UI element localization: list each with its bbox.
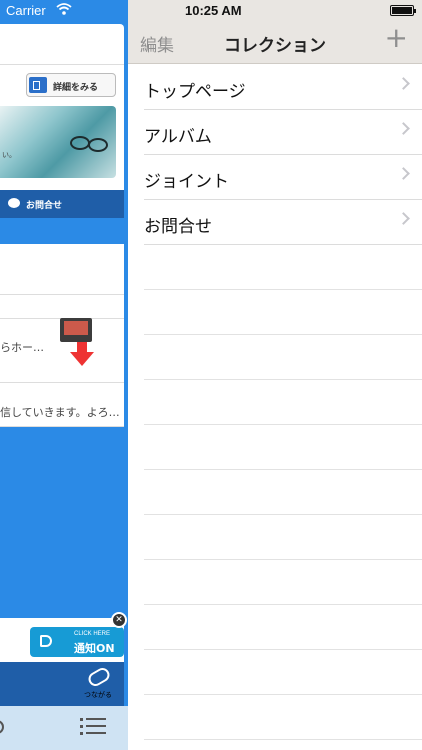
- empty-row-separator: [144, 739, 422, 740]
- divider: [144, 244, 422, 245]
- empty-row-separator: [144, 424, 422, 425]
- megaphone-icon: [40, 635, 52, 647]
- chevron-right-icon: [397, 212, 410, 225]
- battery-icon: [390, 5, 416, 16]
- list-item-label: お問合せ: [144, 217, 212, 237]
- app-preview-panel[interactable]: 詳細をみる い。 お問合せ らホー… 信していきます。よろ… CLICK HER…: [0, 0, 128, 750]
- contact-menu-item[interactable]: お問合せ: [0, 190, 124, 218]
- news-item[interactable]: らホー…: [0, 339, 44, 355]
- banner-image[interactable]: い。: [0, 106, 116, 178]
- computer-icon: [60, 318, 92, 342]
- empty-row-separator: [144, 379, 422, 380]
- empty-row-separator: [144, 649, 422, 650]
- divider: [0, 426, 124, 427]
- detail-button-label: 詳細をみる: [53, 83, 99, 93]
- footer-label: つながる: [84, 691, 112, 699]
- notify-subtitle: CLICK HERE: [74, 631, 111, 637]
- list-item[interactable]: お問合せ: [128, 200, 422, 245]
- divider: [0, 294, 124, 295]
- detail-icon: [29, 77, 47, 93]
- chat-bubble-icon: [8, 198, 20, 208]
- empty-row-separator: [144, 469, 422, 470]
- collection-panel: 編集 コレクション + トップページ アルバム ジョイント お問合せ: [128, 0, 422, 750]
- section-bar: [0, 218, 124, 244]
- add-button[interactable]: +: [385, 24, 408, 52]
- news-item[interactable]: 信していきます。よろ…: [0, 404, 124, 420]
- menu-list-icon[interactable]: [80, 715, 106, 737]
- empty-row-separator: [144, 514, 422, 515]
- wifi-icon: [56, 2, 72, 20]
- list-item[interactable]: アルバム: [128, 110, 422, 155]
- chevron-right-icon: [397, 77, 410, 90]
- down-arrow-icon: [70, 352, 94, 366]
- chevron-right-icon: [397, 167, 410, 180]
- chevron-right-icon: [397, 122, 410, 135]
- divider: [0, 64, 124, 65]
- page-title: コレクション: [224, 36, 326, 56]
- divider: [0, 382, 124, 383]
- carrier-label: Carrier: [6, 3, 46, 18]
- notification-on-button[interactable]: CLICK HERE 通知ON: [30, 627, 124, 657]
- down-arrow-icon: [77, 342, 87, 352]
- banner-caption: い。: [2, 151, 16, 159]
- empty-row-separator: [144, 694, 422, 695]
- contact-label: お問合せ: [26, 201, 63, 211]
- detail-button[interactable]: 詳細をみる: [26, 73, 116, 97]
- clock-time: 10:25 AM: [185, 3, 242, 18]
- list-item-label: ジョイント: [144, 172, 229, 192]
- list-item-label: トップページ: [144, 82, 246, 102]
- notify-label: 通知ON: [74, 642, 115, 655]
- empty-row-separator: [144, 289, 422, 290]
- glasses-graphic: [88, 138, 108, 152]
- empty-row-separator: [144, 559, 422, 560]
- list-item[interactable]: ジョイント: [128, 155, 422, 200]
- close-icon[interactable]: ✕: [111, 612, 127, 628]
- status-bar: Carrier 10:25 AM: [0, 0, 422, 22]
- app-tab-bar: [0, 706, 128, 750]
- glasses-graphic: [70, 136, 90, 150]
- home-icon[interactable]: [0, 720, 4, 734]
- list-item[interactable]: トップページ: [128, 65, 422, 110]
- empty-row-separator: [144, 334, 422, 335]
- list-item-label: アルバム: [144, 127, 212, 147]
- empty-row-separator: [144, 604, 422, 605]
